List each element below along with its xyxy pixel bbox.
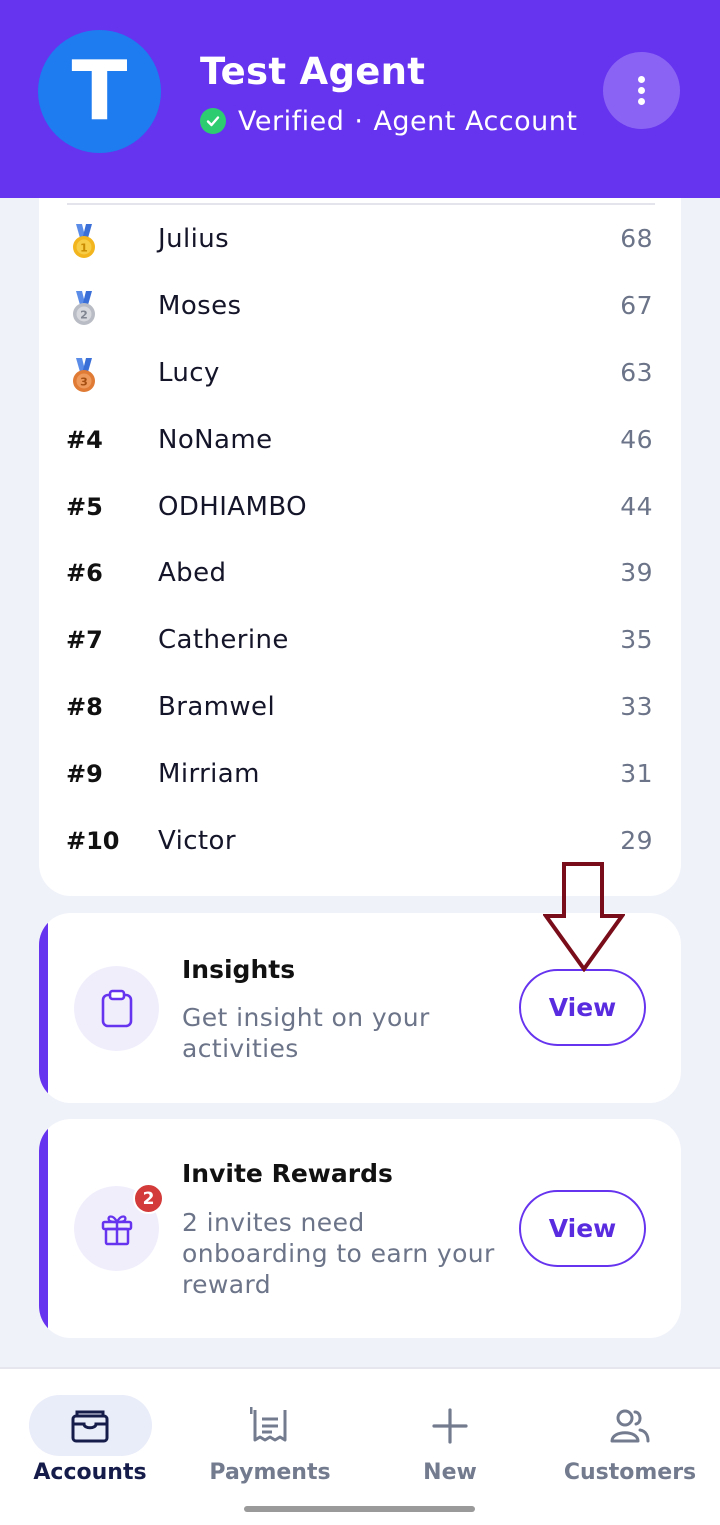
leaderboard-score: 46: [620, 425, 653, 454]
nav-label: Payments: [209, 1460, 331, 1485]
verified-label: Verified: [238, 105, 345, 137]
more-dot: [638, 87, 645, 94]
leaderboard-name: Bramwel: [158, 691, 276, 722]
leaderboard-score: 39: [620, 558, 653, 587]
insights-icon-circle: [74, 966, 159, 1051]
leaderboard-rank: #4: [66, 425, 103, 454]
card-accent: [39, 913, 48, 1103]
card-accent: [39, 1119, 48, 1338]
leaderboard-row: #8 Bramwel 33: [39, 673, 681, 740]
app-header: T Test Agent Verified · Agent Account: [0, 0, 720, 198]
users-icon: [610, 1409, 650, 1442]
nav-payments[interactable]: Payments: [180, 1369, 360, 1489]
leaderboard-rank: #6: [66, 558, 103, 587]
leaderboard-name: Moses: [158, 290, 242, 321]
leaderboard-name: Victor: [158, 825, 236, 856]
leaderboard-rank: #8: [66, 692, 103, 721]
leaderboard-name: Mirriam: [158, 758, 260, 789]
insights-title: Insights: [182, 955, 296, 984]
leaderboard-score: 67: [620, 291, 653, 320]
leaderboard-score: 63: [620, 358, 653, 387]
nav-customers[interactable]: Customers: [540, 1369, 720, 1489]
clipboard-icon: [101, 989, 132, 1027]
nav-new[interactable]: New: [360, 1369, 540, 1489]
leaderboard-card: 1 Julius 68 2 Moses 67 3 Lucy 63 #4 NoNa…: [39, 150, 681, 896]
nav-accounts[interactable]: Accounts: [0, 1369, 180, 1489]
nav-label: Accounts: [33, 1460, 147, 1485]
leaderboard-name: NoName: [158, 424, 273, 455]
receipt-icon: [250, 1406, 287, 1441]
gift-icon: [101, 1214, 132, 1245]
leaderboard-rank: #5: [66, 492, 103, 521]
verified-separator: ·: [354, 105, 364, 137]
invite-description: 2 invites need onboarding to earn your r…: [182, 1208, 495, 1299]
leaderboard-row: #5 ODHIAMBO 44: [39, 473, 681, 540]
nav-label: New: [423, 1460, 477, 1485]
leaderboard-rank: #7: [66, 625, 103, 654]
insights-description: Get insight on your activities: [182, 1003, 430, 1063]
leaderboard-score: 35: [620, 625, 653, 654]
invite-title: Invite Rewards: [182, 1159, 393, 1188]
leaderboard-row: #6 Abed 39: [39, 539, 681, 606]
account-type: Agent Account: [373, 105, 578, 137]
nav-icon-wrap: [28, 1395, 152, 1456]
user-name: Test Agent: [200, 50, 426, 93]
leaderboard-score: 33: [620, 692, 653, 721]
plus-icon: [432, 1407, 468, 1444]
home-indicator[interactable]: [244, 1506, 475, 1512]
leaderboard-score: 68: [620, 224, 653, 253]
verified-check-icon: [200, 108, 226, 134]
leaderboard-row: #7 Catherine 35: [39, 606, 681, 673]
leaderboard-score: 44: [620, 492, 653, 521]
invite-rewards-card: 2 Invite Rewards 2 invites need onboardi…: [39, 1119, 681, 1338]
leaderboard-name: Lucy: [158, 357, 220, 388]
nav-icon-wrap: [209, 1395, 332, 1456]
bottom-navigation: Accounts Payments New Customers: [0, 1367, 720, 1525]
arrow-down-icon: [543, 862, 625, 972]
nav-label: Customers: [563, 1460, 697, 1485]
more-dot: [638, 98, 645, 105]
leaderboard-score: 29: [620, 826, 653, 855]
avatar[interactable]: T: [38, 30, 161, 153]
leaderboard-row: 2 Moses 67: [39, 272, 681, 339]
leaderboard-name: Julius: [158, 223, 230, 254]
leaderboard-row: #4 NoName 46: [39, 406, 681, 473]
nav-icon-wrap: [389, 1395, 512, 1456]
verified-status: Verified · Agent Account: [200, 104, 577, 138]
leaderboard-name: Abed: [158, 557, 227, 588]
leaderboard-name: Catherine: [158, 624, 289, 655]
insights-view-button[interactable]: View: [519, 969, 646, 1046]
svg-text:2: 2: [80, 309, 88, 322]
wallet-icon: [71, 1410, 109, 1442]
leaderboard-row: 3 Lucy 63: [39, 339, 681, 406]
notification-badge: 2: [133, 1183, 164, 1214]
more-options-button[interactable]: [603, 52, 680, 129]
leaderboard-row: 1 Julius 68: [39, 205, 681, 272]
gold-medal-icon: 1: [73, 224, 95, 258]
svg-text:3: 3: [80, 376, 88, 389]
leaderboard-rank: #9: [66, 759, 103, 788]
invite-view-button[interactable]: View: [519, 1190, 646, 1267]
leaderboard-score: 31: [620, 759, 653, 788]
leaderboard-rank: #10: [66, 826, 120, 855]
more-vertical-icon: [638, 76, 645, 83]
silver-medal-icon: 2: [73, 291, 95, 325]
leaderboard-name: ODHIAMBO: [158, 491, 307, 522]
avatar-letter: T: [71, 44, 128, 139]
bronze-medal-icon: 3: [73, 358, 95, 392]
leaderboard-row: #9 Mirriam 31: [39, 740, 681, 807]
svg-text:1: 1: [80, 242, 88, 255]
nav-icon-wrap: [569, 1395, 692, 1456]
